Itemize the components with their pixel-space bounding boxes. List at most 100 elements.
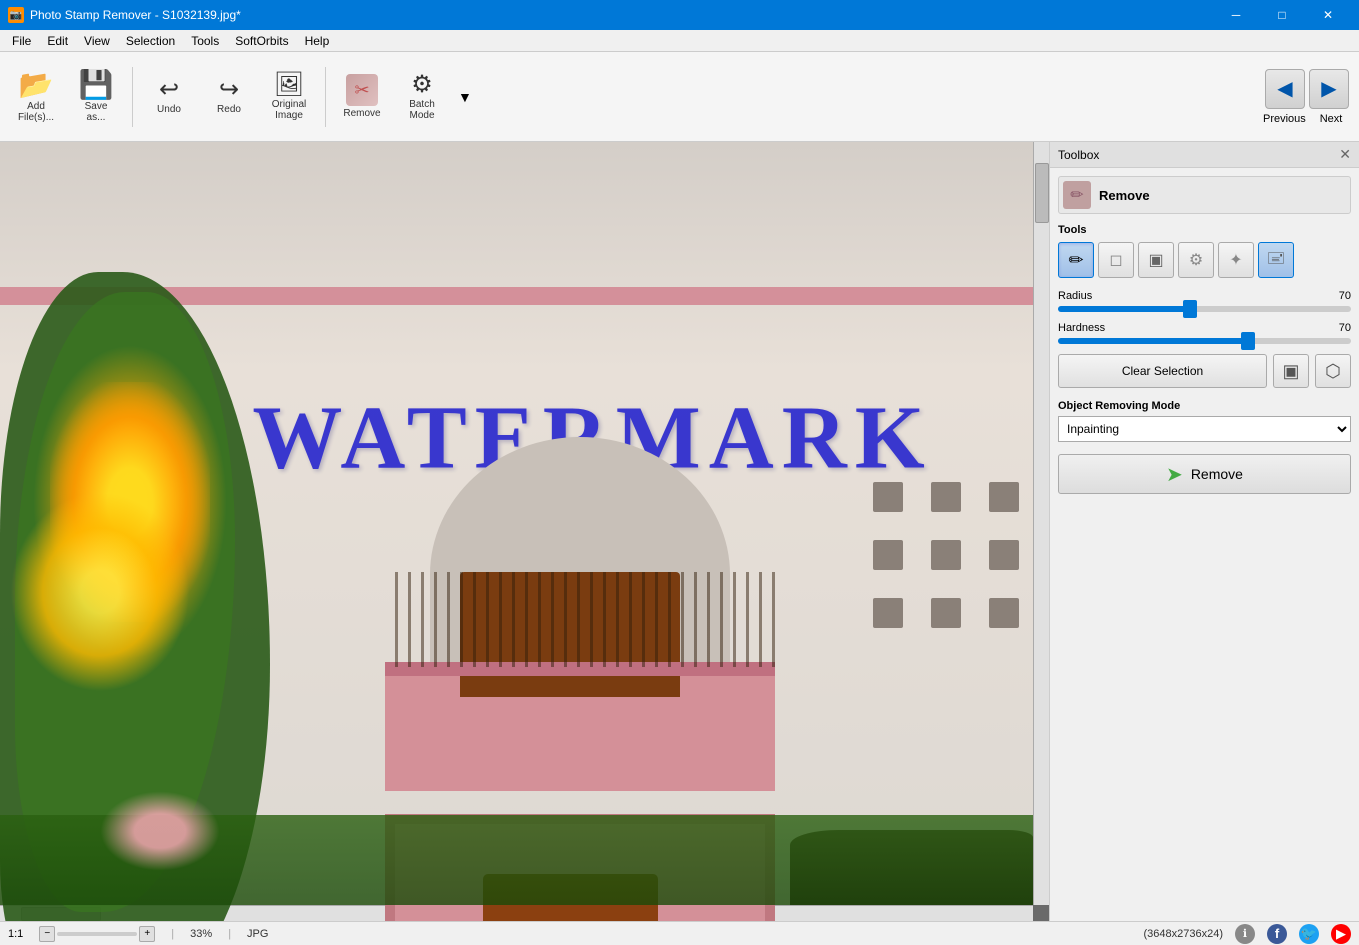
menu-edit[interactable]: Edit [39,32,76,50]
radius-slider-track[interactable] [1058,306,1351,312]
vertical-scroll-thumb[interactable] [1035,163,1049,223]
redo-icon: ↪ [219,78,239,102]
add-file-label: Add File(s)... [18,101,54,123]
zoom-ratio: 1:1 [8,928,23,940]
status-bar: 1:1 − + | 33% | JPG (3648x2736x24) ℹ f 🐦… [0,921,1359,945]
previous-button[interactable]: ◀ [1265,69,1305,109]
toolbar-more-button[interactable]: ▼ [458,89,472,105]
redo-button[interactable]: ↪ Redo [201,58,257,136]
hole [873,540,903,570]
magic-wand-icon: ⚙ [1189,250,1203,270]
stamp-icon: 🖃 [1267,247,1286,274]
zoom-section: 1:1 [8,928,23,940]
menu-help[interactable]: Help [297,32,338,50]
hole [989,598,1019,628]
remove-panel-title: Remove [1099,188,1150,203]
hardness-slider-thumb[interactable] [1241,332,1255,350]
toolbox-close-button[interactable]: ✕ [1339,146,1351,163]
undo-button[interactable]: ↩ Undo [141,58,197,136]
clear-selection-button[interactable]: Clear Selection [1058,354,1267,388]
window-title: Photo Stamp Remover - S1032139.jpg* [30,8,241,22]
hole [931,540,961,570]
redo-label: Redo [217,104,241,115]
twitter-icon[interactable]: 🐦 [1299,924,1319,944]
canvas-area[interactable]: WATERMARK [0,142,1049,921]
radius-label-row: Radius 70 [1058,290,1351,302]
next-label: Next [1311,113,1351,125]
original-image-label: Original Image [272,99,306,121]
toolbox-header: Toolbox ✕ [1050,142,1359,168]
minimize-button[interactable]: ─ [1213,0,1259,30]
status-right: (3648x2736x24) ℹ f 🐦 ▶ [1143,924,1351,944]
remove-button[interactable]: ✂ Remove [334,58,390,136]
bottom-bush-right [790,830,1033,905]
toolbar-separator-2 [325,67,326,127]
select-rect-button[interactable]: ▣ [1273,354,1309,388]
zoom-slider[interactable] [57,932,137,936]
toolbox-panel: Toolbox ✕ ✏ Remove Tools ✏ ◻ ▣ [1049,142,1359,921]
radius-label: Radius [1058,290,1092,302]
menu-bar: File Edit View Selection Tools SoftOrbit… [0,30,1359,52]
undo-icon: ↩ [159,78,179,102]
yellow-flowers-3 [10,492,190,692]
hole [873,482,903,512]
brush-icon: ✏ [1068,250,1083,271]
wall-holes [873,482,1019,628]
vertical-scrollbar[interactable] [1033,142,1049,905]
menu-file[interactable]: File [4,32,39,50]
radius-slider-section: Radius 70 [1058,290,1351,312]
remove-label: Remove [343,108,380,119]
original-image-button[interactable]: 🖼 Original Image [261,58,317,136]
hardness-label-row: Hardness 70 [1058,322,1351,334]
menu-view[interactable]: View [76,32,118,50]
batch-mode-button[interactable]: ⚙ Batch Mode [394,58,450,136]
radius-slider-thumb[interactable] [1183,300,1197,318]
status-image-info: (3648x2736x24) [1143,928,1223,940]
close-button[interactable]: ✕ [1305,0,1351,30]
menu-softorbits[interactable]: SoftOrbits [227,32,296,50]
menu-selection[interactable]: Selection [118,32,183,50]
nav-labels: Previous Next [1263,113,1351,125]
youtube-icon[interactable]: ▶ [1331,924,1351,944]
app-icon: 📷 [8,7,24,23]
remove-action-button[interactable]: ➤ Remove [1058,454,1351,494]
batch-mode-label: Batch Mode [409,99,435,121]
save-as-button[interactable]: 💾 Save as... [68,58,124,136]
previous-label: Previous [1263,113,1303,125]
zoom-controls: − + [39,926,155,942]
pink-flowers-bottom [100,791,220,871]
star-icon: ✦ [1229,250,1242,270]
remove-arrow-icon: ➤ [1166,462,1183,487]
nav-arrows: ◀ ▶ [1265,69,1349,109]
hardness-slider-section: Hardness 70 [1058,322,1351,344]
status-file-format: JPG [247,928,268,940]
zoom-out-button[interactable]: − [39,926,55,942]
rect-select-tool-button[interactable]: ▣ [1138,242,1174,278]
star-tool-button[interactable]: ✦ [1218,242,1254,278]
facebook-icon[interactable]: f [1267,924,1287,944]
magic-wand-tool-button[interactable]: ⚙ [1178,242,1214,278]
object-removing-mode-select[interactable]: Inpainting Smart Fill Texture Synthesis [1058,416,1351,442]
maximize-button[interactable]: □ [1259,0,1305,30]
select-lasso-button[interactable]: ⬡ [1315,354,1351,388]
tools-row: ✏ ◻ ▣ ⚙ ✦ 🖃 [1058,242,1351,278]
add-file-icon: 📂 [19,71,54,99]
next-button[interactable]: ▶ [1309,69,1349,109]
hardness-label: Hardness [1058,322,1105,334]
batch-mode-icon: ⚙ [411,73,433,97]
image-view: WATERMARK [0,142,1049,921]
brush-tool-button[interactable]: ✏ [1058,242,1094,278]
zoom-in-button[interactable]: + [139,926,155,942]
stamp-tool-button[interactable]: 🖃 [1258,242,1294,278]
tools-section-label: Tools [1058,224,1351,236]
hardness-slider-track[interactable] [1058,338,1351,344]
eraser-icon: ◻ [1109,250,1122,270]
menu-tools[interactable]: Tools [183,32,227,50]
main-content: WATERMARK Toolbox ✕ ✏ Remove Tools [0,142,1359,921]
eraser-tool-button[interactable]: ◻ [1098,242,1134,278]
info-icon[interactable]: ℹ [1235,924,1255,944]
rect-sel-icon: ▣ [1282,361,1299,382]
add-file-button[interactable]: 📂 Add File(s)... [8,58,64,136]
toolbar: 📂 Add File(s)... 💾 Save as... ↩ Undo ↪ R… [0,52,1359,142]
original-image-icon: 🖼 [274,73,304,97]
